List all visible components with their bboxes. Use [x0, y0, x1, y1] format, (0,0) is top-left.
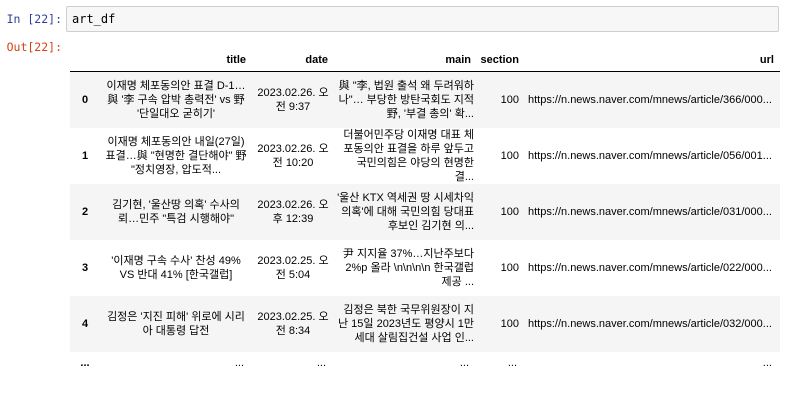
main-cell: 尹 지지율 37%…지난주보다 2%p 올라 \n\n\n\n 한국갤럽 제공 … — [342, 247, 474, 288]
row-index: 2 — [81, 205, 89, 218]
url-cell: https://n.news.naver.com/mnews/article/0… — [528, 205, 772, 218]
title-cell: 이재명 체포동의안 표결 D-1…與 '李 구속 압박 총력전' vs 野 '단… — [106, 79, 246, 120]
section-cell: 100 — [500, 93, 519, 106]
url-ellipsis: ... — [762, 356, 772, 369]
column-header-title: title — [100, 49, 252, 72]
main-cell: 與 "李, 법원 출석 왜 두려워하나"… 부당한 방탄국회도 지적野, '부결… — [338, 79, 474, 120]
row-index-ellipsis: ... — [80, 356, 90, 369]
section-cell: 100 — [500, 261, 519, 274]
section-cell: 100 — [500, 317, 519, 330]
column-header-main: main — [334, 49, 477, 72]
main-cell: '울산 KTX 역세권 땅 시세차익 의혹'에 대해 국민의힘 당대표 후보인 … — [337, 191, 474, 232]
input-prompt: In [22]: — [6, 12, 62, 26]
table-row: 0 이재명 체포동의안 표결 D-1…與 '李 구속 압박 총력전' vs 野 … — [70, 71, 780, 128]
url-cell: https://n.news.naver.com/mnews/article/0… — [528, 149, 772, 162]
title-cell: 김정은 '지진 피해' 위로에 시리아 대통령 답전 — [107, 310, 245, 337]
table-row: 1 이재명 체포동의안 내일(27일) 표결…與 "현명한 결단해야" 野 "정… — [70, 127, 780, 184]
title-cell: '이재명 구속 수사' 찬성 49% VS 반대 41% [한국갤럽] — [111, 254, 241, 281]
table-row: 3 '이재명 구속 수사' 찬성 49% VS 반대 41% [한국갤럽] 20… — [70, 239, 780, 296]
dataframe-table: title date main section url 0 이재명 체포동의안 … — [70, 49, 780, 374]
main-ellipsis: ... — [459, 356, 469, 369]
table-row: 2 김기현, '울산땅 의혹' 수사의뢰…민주 "특검 시행해야" 2023.0… — [70, 183, 780, 240]
row-index: 3 — [81, 261, 89, 274]
title-ellipsis: ... — [234, 356, 244, 369]
column-header-date: date — [252, 49, 334, 72]
section-cell: 100 — [500, 205, 519, 218]
title-cell: 김기현, '울산땅 의혹' 수사의뢰…민주 "특검 시행해야" — [112, 198, 240, 225]
main-cell: 김정은 북한 국무위원장이 지난 15일 2023년도 평양시 1만세대 살림집… — [337, 303, 474, 344]
ellipsis-row: ... ... ... ... ... ... — [70, 351, 780, 374]
column-header-url: url — [525, 49, 780, 72]
table-header-row: title date main section url — [70, 49, 780, 72]
date-cell: 2023.02.26. 오전 10:20 — [257, 142, 329, 169]
section-ellipsis: ... — [507, 356, 517, 369]
row-index: 1 — [81, 149, 89, 162]
date-cell: 2023.02.25. 오전 5:04 — [257, 254, 329, 281]
title-cell: 이재명 체포동의안 내일(27일) 표결…與 "현명한 결단해야" 野 "정치영… — [105, 135, 247, 176]
index-header — [70, 49, 100, 72]
main-cell: 더불어민주당 이재명 대표 체포동의안 표결을 하루 앞두고 국민의힘은 야당의… — [343, 128, 474, 183]
section-cell: 100 — [500, 149, 519, 162]
date-cell: 2023.02.26. 오전 9:37 — [257, 86, 329, 113]
code-input-cell[interactable]: art_df — [66, 6, 779, 32]
table-row: 4 김정은 '지진 피해' 위로에 시리아 대통령 답전 2023.02.25.… — [70, 295, 780, 352]
url-cell: https://n.news.naver.com/mnews/article/3… — [528, 93, 772, 106]
url-cell: https://n.news.naver.com/mnews/article/0… — [528, 261, 772, 274]
row-index: 0 — [81, 93, 89, 106]
date-ellipsis: ... — [316, 356, 326, 369]
output-prompt: Out[22]: — [6, 40, 62, 54]
url-cell: https://n.news.naver.com/mnews/article/0… — [528, 317, 772, 330]
date-cell: 2023.02.26. 오후 12:39 — [257, 198, 329, 225]
row-index: 4 — [81, 317, 89, 330]
column-header-section: section — [477, 49, 525, 72]
date-cell: 2023.02.25. 오전 8:34 — [257, 310, 329, 337]
